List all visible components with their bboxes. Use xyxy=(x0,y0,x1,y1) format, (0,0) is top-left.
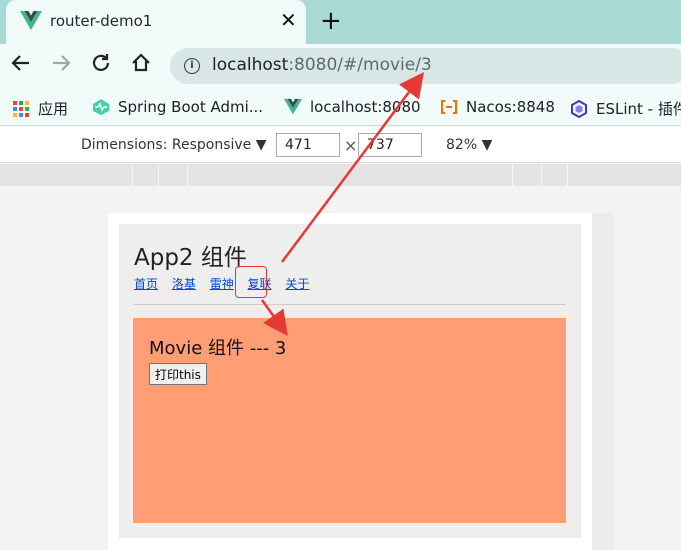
viewport-resize-handle[interactable] xyxy=(592,213,614,550)
times-glyph: × xyxy=(344,136,358,155)
browser-toolbar: i localhost:8080/#/movie/3 xyxy=(0,44,681,90)
new-tab-button[interactable]: + xyxy=(320,7,342,35)
nav-link-home[interactable]: 首页 xyxy=(134,277,158,291)
url-text[interactable]: localhost:8080/#/movie/3 xyxy=(212,55,432,75)
bookmark-label: 应用 xyxy=(38,100,69,118)
nav-link-loki[interactable]: 洛基 xyxy=(172,277,196,291)
vue-logo-icon xyxy=(20,11,42,30)
more-options-icon[interactable]: ⋮ xyxy=(676,135,681,154)
dimensions-dropdown[interactable]: Dimensions: Responsive ▼ xyxy=(81,137,267,153)
address-bar[interactable]: i localhost:8080/#/movie/3 xyxy=(170,48,681,84)
zoom-dropdown[interactable]: 82% ▼ xyxy=(446,137,492,153)
reload-icon[interactable] xyxy=(90,52,112,82)
back-arrow-icon[interactable] xyxy=(10,52,32,82)
close-tab-icon[interactable]: ✕ xyxy=(280,8,297,32)
nacos-icon xyxy=(441,100,457,114)
bookmark-localhost[interactable]: localhost:8080 xyxy=(284,98,421,116)
vue-icon xyxy=(284,98,302,115)
page-title: App2 组件 xyxy=(134,245,247,271)
nav-link-about[interactable]: 关于 xyxy=(285,277,309,291)
bookmark-label: Nacos:8848 xyxy=(466,98,555,116)
info-icon[interactable]: i xyxy=(184,58,200,74)
print-this-button[interactable]: 打印this xyxy=(149,363,207,385)
bookmark-eslint[interactable]: ESLint - 插件 xyxy=(570,98,681,119)
browser-tab[interactable]: router-demo1 ✕ xyxy=(6,0,306,44)
router-nav: 首页 洛基 雷神 复联 关于 xyxy=(134,275,319,292)
bookmark-apps[interactable]: 应用 xyxy=(12,98,68,119)
bookmark-label: Spring Boot Admi... xyxy=(118,98,264,116)
forward-arrow-icon[interactable] xyxy=(50,52,72,82)
annotation-highlight-box xyxy=(235,266,267,298)
tab-title: router-demo1 xyxy=(50,12,153,30)
tab-strip: router-demo1 ✕ + xyxy=(0,0,681,44)
nav-link-thor[interactable]: 雷神 xyxy=(210,277,234,291)
bookmark-spring-boot-admin[interactable]: Spring Boot Admi... xyxy=(92,98,263,116)
bookmark-label: ESLint - 插件 xyxy=(596,100,681,118)
bookmark-nacos[interactable]: Nacos:8848 xyxy=(440,98,555,116)
media-query-ruler xyxy=(0,164,681,186)
divider xyxy=(133,304,566,305)
movie-component: Movie 组件 --- 3 打印this xyxy=(133,318,566,523)
bookmarks-bar: 应用 Spring Boot Admi... localhost:8080 Na… xyxy=(0,90,681,126)
device-toolbar: Dimensions: Responsive ▼ × 82% ▼ ⋮ xyxy=(0,127,681,163)
bookmark-label: localhost:8080 xyxy=(310,98,421,116)
home-icon[interactable] xyxy=(130,52,152,82)
apps-icon xyxy=(13,100,29,117)
eslint-icon xyxy=(571,99,587,118)
height-input[interactable] xyxy=(358,133,422,157)
app2-component: App2 组件 首页 洛基 雷神 复联 关于 Movie 组件 --- 3 打印… xyxy=(119,224,581,538)
movie-title: Movie 组件 --- 3 xyxy=(149,338,287,359)
spring-boot-admin-icon xyxy=(93,99,109,115)
width-input[interactable] xyxy=(276,133,340,157)
